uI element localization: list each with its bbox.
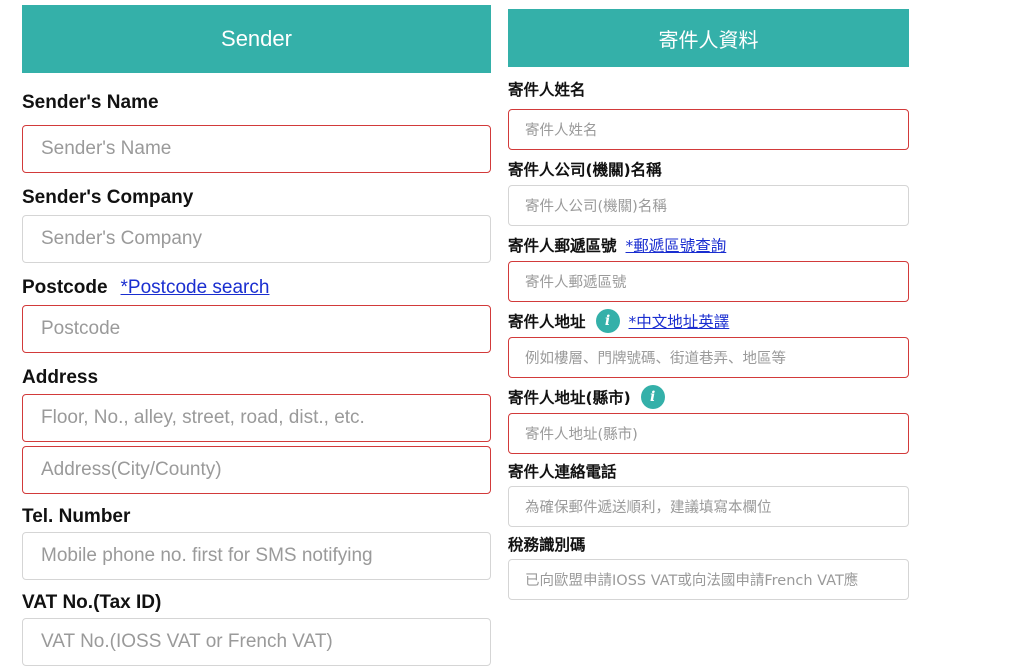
tel-label-zh: 寄件人連絡電話 bbox=[508, 463, 617, 481]
section-header: Sender bbox=[22, 5, 491, 73]
sender-name-input[interactable]: Sender's Name bbox=[22, 125, 491, 173]
postcode-label: Postcode *Postcode search bbox=[22, 277, 270, 299]
address-translate-link-zh[interactable]: *中文地址英譯 bbox=[629, 310, 730, 332]
postcode-input-zh[interactable]: 寄件人郵遞區號 bbox=[508, 261, 909, 302]
tel-input[interactable]: Mobile phone no. first for SMS notifying bbox=[22, 532, 491, 580]
section-header-zh: 寄件人資料 bbox=[508, 9, 909, 67]
tax-id-label-zh: 稅務識別碼 bbox=[508, 536, 586, 554]
city-input-zh[interactable]: 寄件人地址(縣市) bbox=[508, 413, 909, 454]
postcode-search-link[interactable]: *Postcode search bbox=[121, 277, 270, 299]
postcode-search-link-zh[interactable]: *郵遞區號查詢 bbox=[626, 234, 727, 256]
vat-input[interactable]: VAT No.(IOSS VAT or French VAT) bbox=[22, 618, 491, 666]
sender-company-input-zh[interactable]: 寄件人公司(機關)名稱 bbox=[508, 185, 909, 226]
sender-company-label: Sender's Company bbox=[22, 187, 194, 208]
address-label-zh: 寄件人地址 i *中文地址英譯 bbox=[508, 302, 909, 337]
tel-label: Tel. Number bbox=[22, 506, 131, 527]
sender-name-label: Sender's Name bbox=[22, 92, 159, 113]
address-label: Address bbox=[22, 366, 99, 388]
sender-name-input-zh[interactable]: 寄件人姓名 bbox=[508, 109, 909, 150]
info-icon[interactable]: i bbox=[595, 308, 620, 333]
sender-company-label-zh: 寄件人公司(機關)名稱 bbox=[508, 160, 662, 179]
sender-form-english: Sender Sender's Name Sender's Name Sende… bbox=[22, 0, 491, 666]
sender-name-label-zh: 寄件人姓名 bbox=[508, 81, 586, 99]
address-city-input[interactable]: Address(City/County) bbox=[22, 446, 491, 494]
sender-company-input[interactable]: Sender's Company bbox=[22, 215, 491, 263]
sender-form-chinese: 寄件人資料 寄件人姓名 寄件人姓名 寄件人公司(機關)名稱 寄件人公司(機關)名… bbox=[508, 0, 909, 600]
tax-id-input-zh[interactable]: 已向歐盟申請IOSS VAT或向法國申請French VAT應 bbox=[508, 559, 909, 600]
address-input[interactable]: Floor, No., alley, street, road, dist., … bbox=[22, 394, 491, 442]
tel-input-zh[interactable]: 為確保郵件遞送順利，建議填寫本欄位 bbox=[508, 486, 909, 527]
address-input-zh[interactable]: 例如樓層、門牌號碼、街道巷弄、地區等 bbox=[508, 337, 909, 378]
vat-label: VAT No.(Tax ID) bbox=[22, 592, 162, 613]
postcode-input[interactable]: Postcode bbox=[22, 305, 491, 353]
postcode-label-zh: 寄件人郵遞區號 *郵遞區號查詢 bbox=[508, 226, 909, 261]
info-icon[interactable]: i bbox=[640, 384, 665, 409]
city-label-zh: 寄件人地址(縣市) i bbox=[508, 378, 909, 413]
